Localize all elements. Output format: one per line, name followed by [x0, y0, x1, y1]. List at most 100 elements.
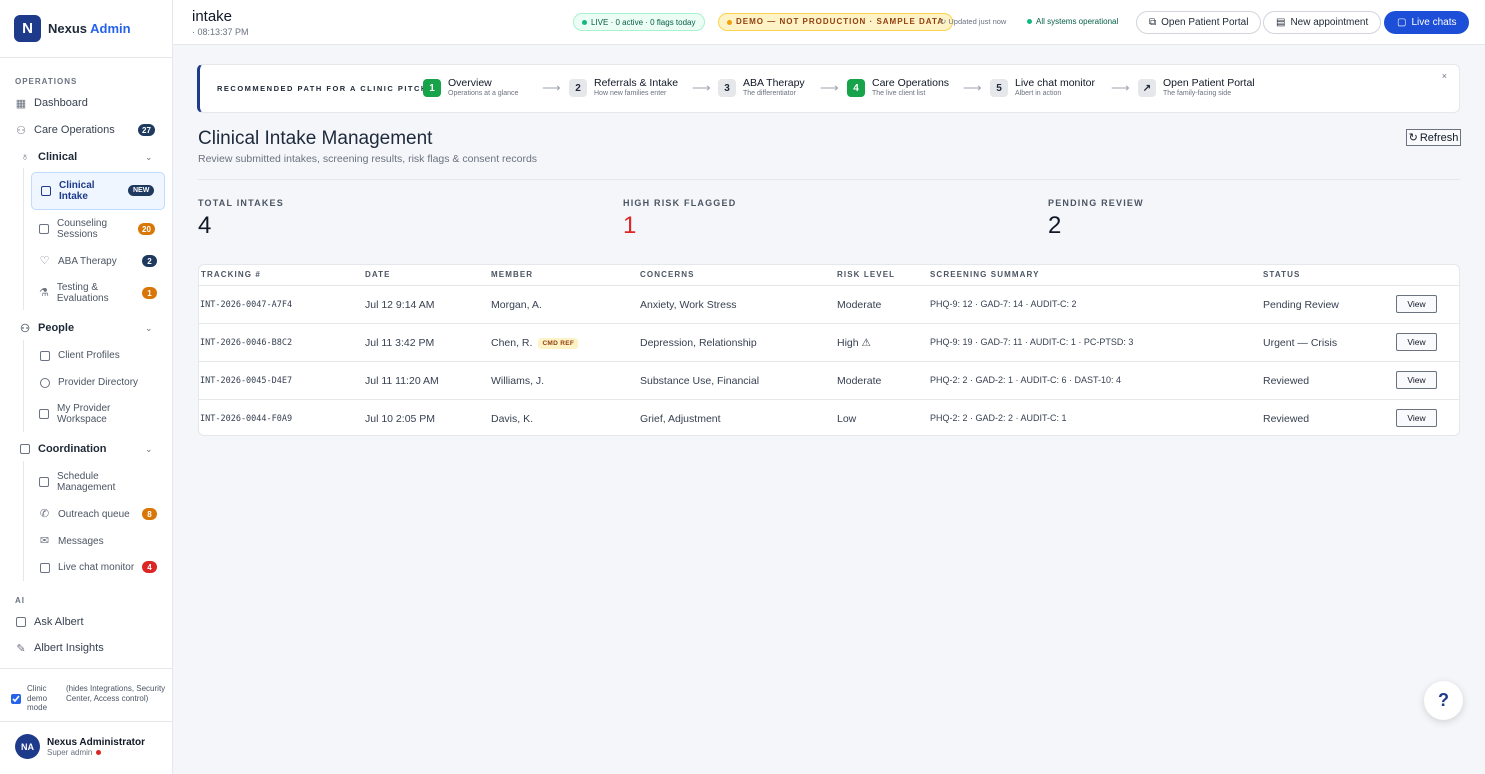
column-header[interactable]: STATUS [1263, 270, 1300, 279]
path-step-overview[interactable]: 1 Overview Operations at a glance [423, 77, 518, 97]
live-chat-badge: 4 [142, 561, 157, 573]
demo-mode-checkbox[interactable] [11, 694, 21, 704]
live-chats-button[interactable]: ▢ Live chats [1384, 11, 1470, 34]
chevron-down-icon[interactable]: ⌄ [145, 152, 153, 163]
grid-icon: ▦ [15, 97, 27, 110]
table-row[interactable]: INT-2026-0044-F0A9 Jul 10 2:05 PM Davis,… [199, 399, 1459, 435]
sidebar-group-clinical[interactable]: ♁ Clinical [19, 151, 77, 163]
view-button[interactable]: View [1396, 295, 1437, 313]
column-header[interactable]: MEMBER [491, 270, 533, 279]
cell-status: Reviewed [1263, 413, 1310, 425]
sidebar-item-clinical-intake[interactable]: Clinical Intake [41, 180, 101, 202]
view-button[interactable]: View [1396, 371, 1437, 389]
divider [198, 179, 1460, 180]
help-button[interactable]: ? [1424, 681, 1463, 720]
view-button[interactable]: View [1396, 409, 1437, 427]
column-header[interactable]: TRACKING # [201, 270, 261, 279]
cell-tracking: INT-2026-0047-A7F4 [200, 300, 293, 310]
calendar-icon: ▤ [1276, 17, 1286, 28]
user-profile[interactable]: NA Nexus Administrator Super admin [15, 734, 145, 759]
sidebar-item-care-operations[interactable]: ⚇ Care Operations [15, 124, 115, 137]
section-label-operations: OPERATIONS [15, 77, 78, 86]
phone-icon: ✆ [39, 508, 50, 521]
table-row[interactable]: INT-2026-0046-B8C2 Jul 11 3:42 PM Chen, … [199, 323, 1459, 361]
column-header[interactable]: RISK LEVEL [837, 270, 895, 279]
status-dot [96, 749, 102, 755]
sidebar-item-schedule-management[interactable]: Schedule Management [39, 471, 129, 493]
path-step-live-chat[interactable]: 5 Live chat monitor Albert in action [990, 77, 1095, 97]
demo-mode-note: (hides Integrations, Security Center, Ac… [66, 684, 166, 703]
sidebar-item-outreach-queue[interactable]: ✆ Outreach queue [39, 508, 130, 521]
sidebar-item-counseling-sessions[interactable]: Counseling Sessions [39, 218, 119, 240]
sidebar-item-ask-albert[interactable]: Ask Albert [15, 616, 84, 628]
cell-risk: Moderate [837, 299, 882, 311]
brand-logo: N [14, 15, 41, 42]
users-icon: ⚇ [20, 322, 30, 335]
sidebar-item-provider-directory[interactable]: Provider Directory [39, 377, 138, 388]
calendar-icon [39, 477, 49, 488]
cell-risk: High ⚠ [837, 337, 871, 349]
stethoscope-icon: ♁ [20, 151, 30, 163]
cell-tracking: INT-2026-0044-F0A9 [200, 414, 293, 424]
cell-summary: PHQ-2: 2 · GAD-2: 1 · AUDIT-C: 6 · DAST-… [930, 375, 1122, 385]
page-title: intake [192, 8, 233, 25]
sidebar-group-coordination[interactable]: Coordination [19, 443, 106, 455]
calendar-icon [39, 224, 49, 235]
chevron-down-icon[interactable]: ⌄ [145, 444, 153, 455]
stat-pending-review-value: 2 [1048, 212, 1062, 239]
sidebar-item-testing-evaluations[interactable]: ⚗ Testing & Evaluations [39, 282, 119, 304]
path-step-care-operations[interactable]: 4 Care Operations The live client list [847, 77, 949, 97]
system-status: All systems operational [1027, 17, 1118, 26]
user-name: Nexus Administrator [47, 736, 145, 748]
user-role: Super admin [47, 747, 93, 757]
view-button[interactable]: View [1396, 333, 1437, 351]
sidebar-item-messages[interactable]: ✉ Messages [39, 535, 104, 547]
cell-summary: PHQ-2: 2 · GAD-2: 2 · AUDIT-C: 1 [930, 413, 1067, 423]
column-header[interactable]: CONCERNS [640, 270, 695, 279]
cell-date: Jul 11 3:42 PM [365, 337, 435, 349]
path-step-referrals[interactable]: 2 Referrals & Intake How new families ent… [569, 77, 678, 97]
new-appointment-button[interactable]: ▤ New appointment [1263, 11, 1382, 34]
sidebar-item-albert-insights[interactable]: ✎ Albert Insights [15, 642, 103, 655]
demo-warning-pill: DEMO — NOT PRODUCTION · SAMPLE DATA [718, 13, 954, 31]
sidebar-item-provider-workspace[interactable]: My Provider Workspace [39, 403, 119, 425]
column-header[interactable]: SCREENING SUMMARY [930, 270, 1040, 279]
document-icon [39, 350, 50, 361]
sidebar-item-client-profiles[interactable]: Client Profiles [39, 350, 120, 361]
demo-mode-label: Clinic demo mode [27, 684, 48, 713]
sidebar-item-dashboard[interactable]: ▦ Dashboard [15, 97, 88, 110]
updated-status: ↻ Updated just now [940, 17, 1007, 26]
cell-concerns: Grief, Adjustment [640, 413, 721, 425]
care-operations-badge: 27 [138, 124, 155, 136]
counseling-badge: 20 [138, 223, 155, 235]
brand[interactable]: N Nexus Admin [14, 15, 131, 42]
cell-concerns: Substance Use, Financial [640, 375, 760, 387]
heart-icon: ♡ [39, 255, 50, 268]
table-row[interactable]: INT-2026-0047-A7F4 Jul 12 9:14 AM Morgan… [199, 285, 1459, 323]
stat-high-risk-value: 1 [623, 212, 637, 239]
arrow-right-icon: ⟶ [963, 80, 982, 95]
open-patient-portal-button[interactable]: ⧉ Open Patient Portal [1136, 11, 1262, 34]
refresh-button[interactable]: ↻ Refresh [1406, 129, 1461, 146]
path-step-patient-portal[interactable]: ↗ Open Patient Portal The family-facing s… [1138, 77, 1255, 97]
new-badge: NEW [128, 185, 155, 196]
chat-icon [39, 562, 50, 573]
stat-total-intakes-label: TOTAL INTAKES [198, 198, 284, 208]
close-icon[interactable]: × [1442, 71, 1447, 81]
sidebar-item-aba-therapy[interactable]: ♡ ABA Therapy [39, 255, 117, 268]
sidebar-group-people[interactable]: ⚇ People [19, 322, 74, 335]
stat-high-risk-label: HIGH RISK FLAGGED [623, 198, 737, 208]
sidebar-item-live-chat-monitor[interactable]: Live chat monitor [39, 562, 134, 573]
page-time: · 08:13:37 PM [192, 27, 249, 37]
table-row[interactable]: INT-2026-0045-D4E7 Jul 11 11:20 AM Willi… [199, 361, 1459, 399]
chat-icon: ▢ [1397, 17, 1407, 28]
top-bar: intake · 08:13:37 PM LIVE · 0 active · 0… [173, 0, 1485, 45]
avatar: NA [15, 734, 40, 759]
path-step-aba[interactable]: 3 ABA Therapy The differentiator [718, 77, 805, 97]
column-header[interactable]: DATE [365, 270, 391, 279]
divider [0, 721, 172, 722]
group-line [23, 340, 24, 432]
chevron-down-icon[interactable]: ⌄ [145, 323, 153, 334]
stat-pending-review-label: PENDING REVIEW [1048, 198, 1144, 208]
cell-risk: Moderate [837, 375, 882, 387]
